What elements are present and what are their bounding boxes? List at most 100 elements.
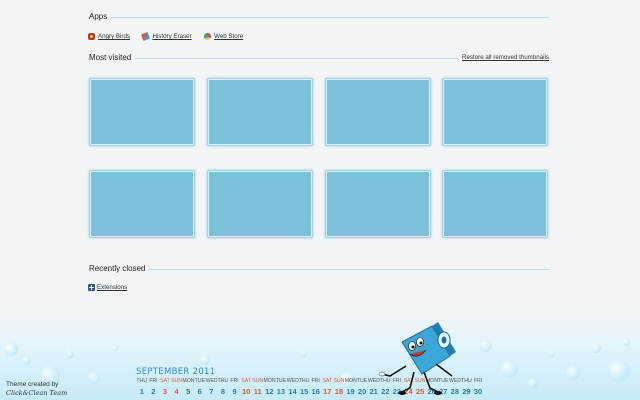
calendar-date: 2 xyxy=(151,387,156,396)
thumbnail-tile[interactable] xyxy=(207,78,313,146)
recently-closed-section: Recently closed xyxy=(88,263,549,277)
app-angry-birds[interactable]: Angry Birds xyxy=(88,33,130,40)
calendar-date: 17 xyxy=(323,387,332,396)
calendar-date: 18 xyxy=(334,387,344,396)
calendar-weekday: SUN xyxy=(171,378,183,384)
calendar-date: 14 xyxy=(288,387,297,396)
calendar-weekday: FRI xyxy=(149,378,158,384)
thumbnail-tile[interactable] xyxy=(325,78,431,146)
calendar-date: 10 xyxy=(241,387,251,396)
apps-title: Apps xyxy=(89,11,112,23)
calendar-weekday: FRI xyxy=(311,378,320,384)
theme-credit: Theme created by Click&Clean Team xyxy=(6,381,67,397)
bubble-decoration xyxy=(4,342,18,356)
calendar-weekday: SAT xyxy=(160,378,170,384)
calendar-date: 6 xyxy=(197,387,202,396)
calendar-weekday: WED xyxy=(286,378,299,384)
calendar-weekday: TUE xyxy=(194,378,205,384)
bubble-decoration xyxy=(608,360,630,382)
calendar-weekday: SUN xyxy=(333,378,345,384)
calendar-weekday: SAT xyxy=(241,378,251,384)
calendar-weekday: WED xyxy=(205,378,218,384)
most-visited-title: Most visited xyxy=(89,52,136,64)
bubble-decoration xyxy=(500,360,518,378)
app-history-eraser[interactable]: History Eraser xyxy=(141,32,192,41)
bubble-decoration xyxy=(622,338,630,346)
calendar-weekday: THU xyxy=(136,378,148,384)
calendar-date: 3 xyxy=(162,387,168,396)
thumbnail-tile[interactable] xyxy=(442,78,548,146)
credit-team: Click&Clean Team xyxy=(6,389,68,397)
app-label: History Eraser xyxy=(152,33,192,40)
section-divider xyxy=(88,269,549,270)
calendar-weekday: FRI xyxy=(473,378,483,384)
bubble-decoration xyxy=(480,340,492,352)
app-label: Web Store xyxy=(214,33,244,40)
restore-thumbnails-link[interactable]: Restore all removed thumbnails xyxy=(457,53,549,63)
bubble-decoration xyxy=(300,350,307,357)
recently-closed-title: Recently closed xyxy=(89,263,150,275)
bubble-decoration xyxy=(66,350,74,358)
apps-header: Apps xyxy=(88,11,549,25)
recently-closed-header: Recently closed xyxy=(88,263,549,277)
calendar-title: SEPTEMBER 2011 xyxy=(136,367,215,377)
bubble-decoration xyxy=(112,345,118,351)
bubble-decoration xyxy=(528,378,538,388)
most-visited-section: Most visited Restore all removed thumbna… xyxy=(88,52,549,66)
apps-section: Apps Angry Birds History Eraser Web Stor… xyxy=(88,11,549,41)
calendar-date: 11 xyxy=(253,387,262,396)
calendar-weekday: SAT xyxy=(322,378,333,384)
thumbnail-tile[interactable] xyxy=(207,170,313,238)
bubble-decoration xyxy=(548,350,555,357)
calendar-weekday: FRI xyxy=(230,378,239,384)
apps-list: Angry Birds History Eraser Web Store xyxy=(88,27,549,41)
thumbnail-tile[interactable] xyxy=(442,170,548,238)
calendar-weekday: TUE xyxy=(356,378,368,384)
thumbnail-grid xyxy=(88,77,549,238)
calendar-date: 5 xyxy=(186,387,191,396)
calendar-weekday: MON xyxy=(344,378,357,384)
calendar-date: 4 xyxy=(174,387,179,396)
section-divider xyxy=(88,17,549,18)
calendar-weekday: SUN xyxy=(252,378,264,384)
calendar-weekday: TUE xyxy=(275,378,287,384)
calendar-date: 20 xyxy=(357,387,367,396)
calendar-date: 7 xyxy=(209,387,214,396)
chrome-store-icon xyxy=(204,33,212,40)
calendar-date: 19 xyxy=(346,387,355,396)
app-label: Angry Birds xyxy=(98,33,130,40)
calendar-weekday: MON xyxy=(263,378,276,384)
bubble-decoration xyxy=(566,366,580,380)
extension-icon xyxy=(88,284,95,291)
calendar-date: 15 xyxy=(299,387,309,396)
calendar-date: 12 xyxy=(265,387,274,396)
closed-item-label: Extensions xyxy=(97,284,128,291)
thumbnail-tile[interactable] xyxy=(89,170,195,238)
app-web-store[interactable]: Web Store xyxy=(204,33,243,40)
recently-closed-list: Extensions xyxy=(88,278,135,296)
bubble-decoration xyxy=(592,344,601,353)
thumbnail-tile[interactable] xyxy=(325,170,431,238)
calendar-year: 2011 xyxy=(192,367,216,377)
calendar-date: 13 xyxy=(276,387,286,396)
angry-birds-icon xyxy=(88,33,95,40)
calendar-weekday: THU xyxy=(217,378,229,384)
mascot-body xyxy=(378,322,456,395)
closed-item-extensions[interactable]: Extensions xyxy=(88,284,127,291)
credit-line: Theme created by xyxy=(6,381,59,388)
bubble-decoration xyxy=(200,355,210,365)
calendar-date: 1 xyxy=(139,387,144,396)
mascot-cleaner-illustration xyxy=(378,322,456,395)
calendar-date: 30 xyxy=(473,387,483,396)
thumbnail-tile[interactable] xyxy=(89,78,195,146)
eraser-icon xyxy=(141,32,151,41)
bubble-decoration xyxy=(88,372,100,384)
calendar-date: 8 xyxy=(220,387,226,396)
calendar-date: 9 xyxy=(232,387,237,396)
calendar-weekday: MON xyxy=(182,378,195,384)
bubble-decoration xyxy=(22,356,31,365)
calendar-month: SEPTEMBER xyxy=(136,367,190,377)
calendar-date: 16 xyxy=(311,387,320,396)
most-visited-header: Most visited Restore all removed thumbna… xyxy=(88,52,549,66)
calendar-weekday: THU xyxy=(298,378,310,384)
